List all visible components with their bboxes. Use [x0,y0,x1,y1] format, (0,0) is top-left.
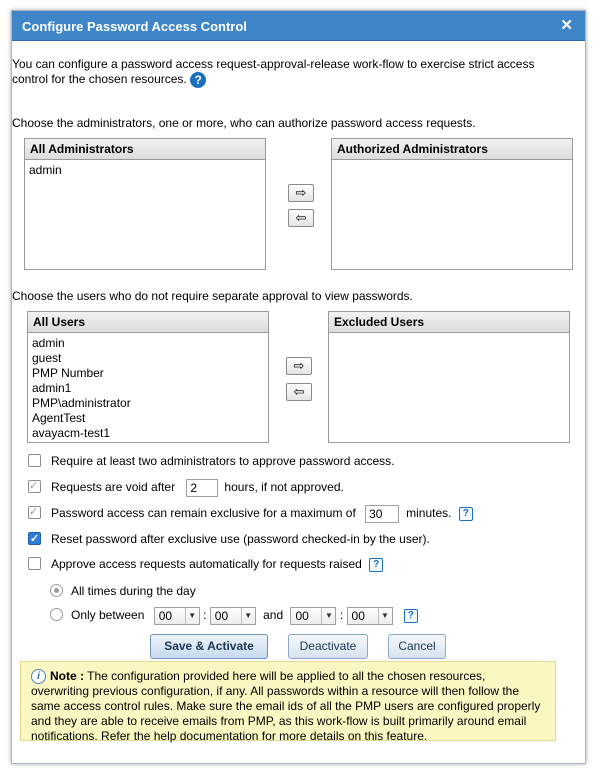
help-icon[interactable]: ? [190,72,207,88]
reset-option: Reset password after exclusive use (pass… [28,530,430,548]
all-times-radio[interactable] [50,584,63,598]
end-hour-select[interactable]: 00 ▼ [290,606,337,625]
dialog-title: Configure Password Access Control [22,19,247,34]
excluded-users-header: Excluded Users [329,312,569,333]
between-option: Only between 00 ▼ : 00 ▼ and 00 ▼ : 00 ▼ ? [50,606,418,625]
chevron-down-icon: ▼ [321,607,335,624]
note-box: i Note : The configuration provided here … [20,661,556,744]
void-label-pre: Requests are void after [51,480,176,494]
chevron-down-icon: ▼ [184,607,199,624]
end-minute-select[interactable]: 00 ▼ [346,606,393,625]
exclusive-label-pre: Password access can remain exclusive for… [51,506,356,520]
exclusive-minutes-input[interactable]: 30 [365,504,400,523]
list-item[interactable]: guest [32,351,264,366]
list-item[interactable]: avayacm-test1 [32,426,264,441]
auto-approve-label: Approve access requests automatically fo… [51,557,362,571]
exclusive-label-post: minutes. [406,506,452,520]
excluded-users-list[interactable]: Excluded Users [328,311,570,443]
between-radio[interactable] [50,608,63,622]
info-icon: i [31,669,46,685]
time-colon: : [339,608,344,622]
and-label: and [263,608,284,622]
list-item[interactable]: AgentTest [32,411,264,426]
admins-section-label: Choose the administrators, one or more, … [12,116,476,130]
close-icon[interactable]: ✕ [560,16,573,34]
note-heading: Note : [50,669,84,683]
all-administrators-list[interactable]: All Administrators admin [24,138,266,270]
all-administrators-header: All Administrators [25,139,265,160]
list-item[interactable]: admin1 [32,381,264,396]
start-minute-select[interactable]: 00 ▼ [209,606,256,625]
chevron-down-icon: ▼ [377,607,392,624]
void-option: Requests are void after 2 hours, if not a… [28,477,344,497]
auto-approve-option: Approve access requests automatically fo… [28,555,384,573]
exclusive-help-icon[interactable]: ? [458,506,473,521]
include-user-arrow-icon[interactable]: ⇦ [286,383,312,401]
two-admins-option: Require at least two administrators to a… [28,452,395,470]
two-admins-checkbox[interactable] [28,454,41,468]
add-admin-arrow-icon[interactable]: ⇨ [288,184,314,202]
authorized-administrators-header: Authorized Administrators [332,139,572,160]
two-admins-label: Require at least two administrators to a… [51,454,395,468]
reset-checkbox[interactable] [28,530,41,548]
void-checkbox[interactable] [28,477,41,495]
time-colon: : [203,608,207,622]
all-users-header: All Users [28,312,268,333]
note-text: The configuration provided here will be … [31,669,541,744]
all-times-option: All times during the day [50,582,196,600]
end-hour-value: 00 [295,608,309,623]
start-minute-value: 00 [214,608,229,623]
cancel-button[interactable]: Cancel [388,634,446,659]
list-item[interactable]: admin [29,163,261,178]
between-label: Only between [71,608,145,622]
intro-text-content: You can configure a password access requ… [12,57,535,87]
end-minute-value: 00 [351,608,365,623]
reset-label: Reset password after exclusive use (pass… [51,532,430,546]
authorized-administrators-list[interactable]: Authorized Administrators [331,138,573,270]
chevron-down-icon: ▼ [240,607,255,624]
exclude-user-arrow-icon[interactable]: ⇨ [286,357,312,375]
all-users-items: admin guest PMP Number admin1 PMP\administra… [28,333,268,444]
excluded-users-items [329,333,569,339]
deactivate-button[interactable]: Deactivate [288,634,368,659]
start-hour-value: 00 [158,608,173,623]
all-times-label: All times during the day [71,584,196,598]
list-item[interactable]: admin [32,336,264,351]
all-users-list[interactable]: All Users admin guest PMP Number admin1 PMP\… [27,311,269,443]
between-help-icon[interactable]: ? [403,608,418,623]
list-item[interactable]: PMP\administrator [32,396,264,411]
intro-text: You can configure a password access requ… [12,57,560,88]
void-hours-input[interactable]: 2 [186,478,219,497]
start-hour-select[interactable]: 00 ▼ [153,606,200,625]
auto-approve-checkbox[interactable] [28,557,41,571]
void-label-post: hours, if not approved. [224,480,344,494]
auto-approve-help-icon[interactable]: ? [369,557,384,572]
dialog-titlebar: Configure Password Access Control ✕ [12,11,585,41]
remove-admin-arrow-icon[interactable]: ⇦ [288,209,314,227]
all-administrators-items: admin [25,160,265,181]
save-activate-button[interactable]: Save & Activate [150,634,268,659]
exclusive-checkbox[interactable] [28,503,41,521]
authorized-administrators-items [332,160,572,166]
exclusive-option: Password access can remain exclusive for… [28,503,473,523]
list-item[interactable]: PMP Number [32,366,264,381]
users-section-label: Choose the users who do not require sepa… [12,289,413,303]
